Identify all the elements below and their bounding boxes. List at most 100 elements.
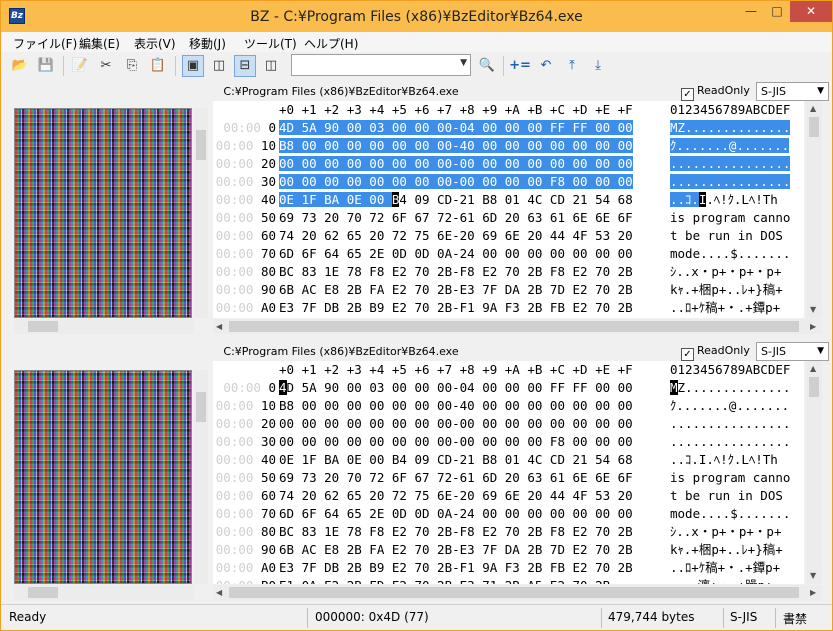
hex-vscrollbar[interactable]: ▲ ▼ (806, 361, 822, 584)
hex-row[interactable]: 00:00 70 6D 6F 64 65 2E 0D 0D 0A-24 00 00… (213, 245, 804, 263)
address-prefix: 00:00 (215, 560, 261, 575)
paste-icon[interactable]: 📋 (147, 55, 169, 77)
hex-row[interactable]: 00:00 80 BC 83 1E 78 F8 E2 70 2B-F8 E2 70… (213, 263, 804, 281)
readonly-label: ReadOnly (697, 344, 750, 357)
hex-row[interactable]: 00:00 70 6D 6F 64 65 2E 0D 0D 0A-24 00 00… (213, 505, 804, 523)
hex-row[interactable]: 00:00 60 74 20 62 65 20 72 75 6E-20 69 6E… (213, 487, 804, 505)
address-offset: B0 (261, 578, 276, 584)
scroll-thumb[interactable] (196, 130, 206, 160)
hex-hscrollbar[interactable]: ◀ ▶ (213, 319, 822, 334)
scroll-down-icon[interactable]: ▼ (810, 571, 816, 580)
hex-vscrollbar[interactable]: ▲ ▼ (806, 101, 822, 318)
binoculars-icon[interactable]: 🔍 (476, 55, 498, 77)
scroll-thumb[interactable] (28, 587, 58, 598)
hex-hscrollbar[interactable]: ◀ ▶ (213, 585, 822, 600)
bitmap-scrollbar[interactable] (194, 108, 208, 318)
scroll-right-icon[interactable]: ▶ (810, 588, 816, 597)
scroll-thumb[interactable] (229, 321, 799, 332)
bitmap-hscrollbar[interactable] (14, 319, 194, 334)
hex-row[interactable]: 00:00 10 B8 00 00 00 00 00 00 00-40 00 00… (213, 397, 804, 415)
address-prefix: 00:00 (215, 470, 261, 485)
byte-text: E1 0A E2 2B FD E2 70 2B-E3 71 2B A5 E2 7… (279, 578, 610, 584)
view-split-icon[interactable]: ◫ (260, 55, 282, 77)
undo-icon[interactable]: ↶ (535, 55, 557, 77)
hex-row[interactable]: 00:00 60 74 20 62 65 20 72 75 6E-20 69 6E… (213, 227, 804, 245)
hex-row[interactable]: 00:00 40 0E 1F BA 0E 00 B4 09 CD-21 B8 01… (213, 451, 804, 469)
binary-bitmap-view[interactable] (14, 108, 192, 318)
hex-row[interactable]: 00:00 30 00 00 00 00 00 00 00 00-00 00 00… (213, 173, 804, 191)
hex-row[interactable]: 00:00 10 B8 00 00 00 00 00 00 00-40 00 00… (213, 137, 804, 155)
hex-row[interactable]: 00:00 50 69 73 20 70 72 6F 67 72-61 6D 20… (213, 209, 804, 227)
save-icon[interactable]: 💾 (35, 55, 57, 77)
hex-row[interactable]: 00:00 90 6B AC E8 2B FA E2 70 2B-E3 7F DA… (213, 541, 804, 559)
menu-jump[interactable]: 移動(J) (189, 35, 226, 52)
ascii-text: mode....$....... (670, 506, 791, 521)
close-button[interactable]: ✕ (790, 1, 832, 22)
hex-row[interactable]: 00:00 A0 E3 7F DB 2B B9 E2 70 2B-F1 9A F3… (213, 299, 804, 317)
scroll-left-icon[interactable]: ◀ (216, 322, 222, 331)
byte-text: B8 00 00 00 00 00 00 00-40 00 00 00 00 0… (279, 398, 633, 413)
ascii-text: Z.............. (677, 380, 791, 395)
ascii-text: kｬ.+梱p+..ﾚ+}稿+ (670, 282, 783, 297)
chevron-down-icon[interactable]: ▼ (460, 58, 467, 68)
scroll-down-icon[interactable]: ▼ (810, 305, 816, 314)
bitmap-scrollbar[interactable] (194, 370, 208, 584)
row-address: 00:00 10 (213, 397, 276, 415)
scroll-thumb[interactable] (196, 392, 206, 422)
scroll-up-icon[interactable]: ▲ (810, 104, 816, 113)
address-offset: 50 (260, 210, 276, 225)
hex-row[interactable]: 00:00 90 6B AC E8 2B FA E2 70 2B-E3 7F DA… (213, 281, 804, 299)
view-split-vertical-icon[interactable]: ◫ (208, 55, 230, 77)
open-folder-icon[interactable]: 📂 (9, 55, 31, 77)
hex-row[interactable]: 00:00 20 00 00 00 00 00 00 00 00-00 00 00… (213, 155, 804, 173)
view-single-icon[interactable]: ▣ (182, 55, 204, 77)
encoding-select[interactable]: S-JIS ▼ (756, 342, 829, 361)
readonly-checkbox[interactable]: ✓ ReadOnly (681, 84, 750, 101)
address-prefix: 00:00 (215, 488, 261, 503)
scroll-thumb[interactable] (809, 377, 819, 397)
menu-view[interactable]: 表示(V) (134, 35, 176, 52)
hex-row[interactable]: 00:00 40 0E 1F BA 0E 00 B4 09 CD-21 B8 01… (213, 191, 804, 209)
maximize-button[interactable]: □ (764, 1, 790, 22)
address-prefix: 00:00 (215, 228, 261, 243)
hex-row[interactable]: 00:00 30 00 00 00 00 00 00 00 00-00 00 00… (213, 433, 804, 451)
hex-view[interactable]: +0 +1 +2 +3 +4 +5 +6 +7 +8 +9 +A +B +C +… (213, 101, 804, 318)
readonly-checkbox[interactable]: ✓ ReadOnly (681, 344, 750, 361)
binary-bitmap-view[interactable] (14, 370, 192, 584)
row-ascii: ..ｺ.I.ﾍ!ｸ.Lﾍ!Th (670, 191, 804, 209)
menu-tools[interactable]: ツール(T) (244, 35, 297, 52)
hex-row[interactable]: 00:00 20 00 00 00 00 00 00 00 00-00 00 00… (213, 415, 804, 433)
hex-row[interactable]: 00:00 0 4D 5A 90 00 03 00 00 00-04 00 00 … (213, 379, 804, 397)
encoding-select[interactable]: S-JIS ▼ (756, 82, 829, 101)
cut-icon[interactable]: ✂ (95, 55, 117, 77)
scroll-thumb[interactable] (28, 321, 58, 332)
hex-row[interactable]: 00:00 B0E1 0A E2 2B FD E2 70 2B-E3 71 2B… (213, 577, 804, 584)
scroll-thumb[interactable] (229, 587, 799, 598)
minimize-button[interactable]: — (738, 1, 764, 22)
bitmap-hscrollbar[interactable] (14, 585, 194, 600)
menu-edit[interactable]: 編集(E) (79, 35, 120, 52)
properties-icon[interactable]: 📝 (69, 55, 91, 77)
hex-row[interactable]: 00:00 A0 E3 7F DB 2B B9 E2 70 2B-F1 9A F3… (213, 559, 804, 577)
hex-view[interactable]: +0 +1 +2 +3 +4 +5 +6 +7 +8 +9 +A +B +C +… (213, 361, 804, 584)
copy-icon[interactable]: ⎘ (121, 55, 143, 77)
download-icon[interactable]: ⤓ (587, 55, 609, 77)
row-address: 00:00 70 (213, 245, 276, 263)
hex-row[interactable]: 00:00 0 4D 5A 90 00 03 00 00 00-04 00 00 … (213, 119, 804, 137)
compare-icon[interactable]: += (509, 55, 531, 77)
scroll-right-icon[interactable]: ▶ (810, 322, 816, 331)
menu-file[interactable]: ファイル(F) (13, 35, 77, 52)
search-combo[interactable]: ▼ (291, 54, 471, 76)
address-offset: 20 (260, 416, 276, 431)
view-split-horizontal-icon[interactable]: ⊟ (234, 55, 256, 77)
scroll-up-icon[interactable]: ▲ (810, 364, 816, 373)
scroll-left-icon[interactable]: ◀ (216, 588, 222, 597)
menu-help[interactable]: ヘルプ(H) (304, 35, 358, 52)
hex-row[interactable]: 00:00 50 69 73 20 70 72 6F 67 72-61 6D 20… (213, 469, 804, 487)
address-offset: 80 (260, 264, 276, 279)
file-path: C:¥Program Files (x86)¥BzEditor¥Bz64.exe (223, 345, 459, 358)
title-bar[interactable]: Bz BZ - C:¥Program Files (x86)¥BzEditor¥… (1, 1, 832, 32)
hex-row[interactable]: 00:00 80 BC 83 1E 78 F8 E2 70 2B-F8 E2 70… (213, 523, 804, 541)
jump-top-icon[interactable]: ⤒ (561, 55, 583, 77)
scroll-thumb[interactable] (809, 117, 819, 137)
